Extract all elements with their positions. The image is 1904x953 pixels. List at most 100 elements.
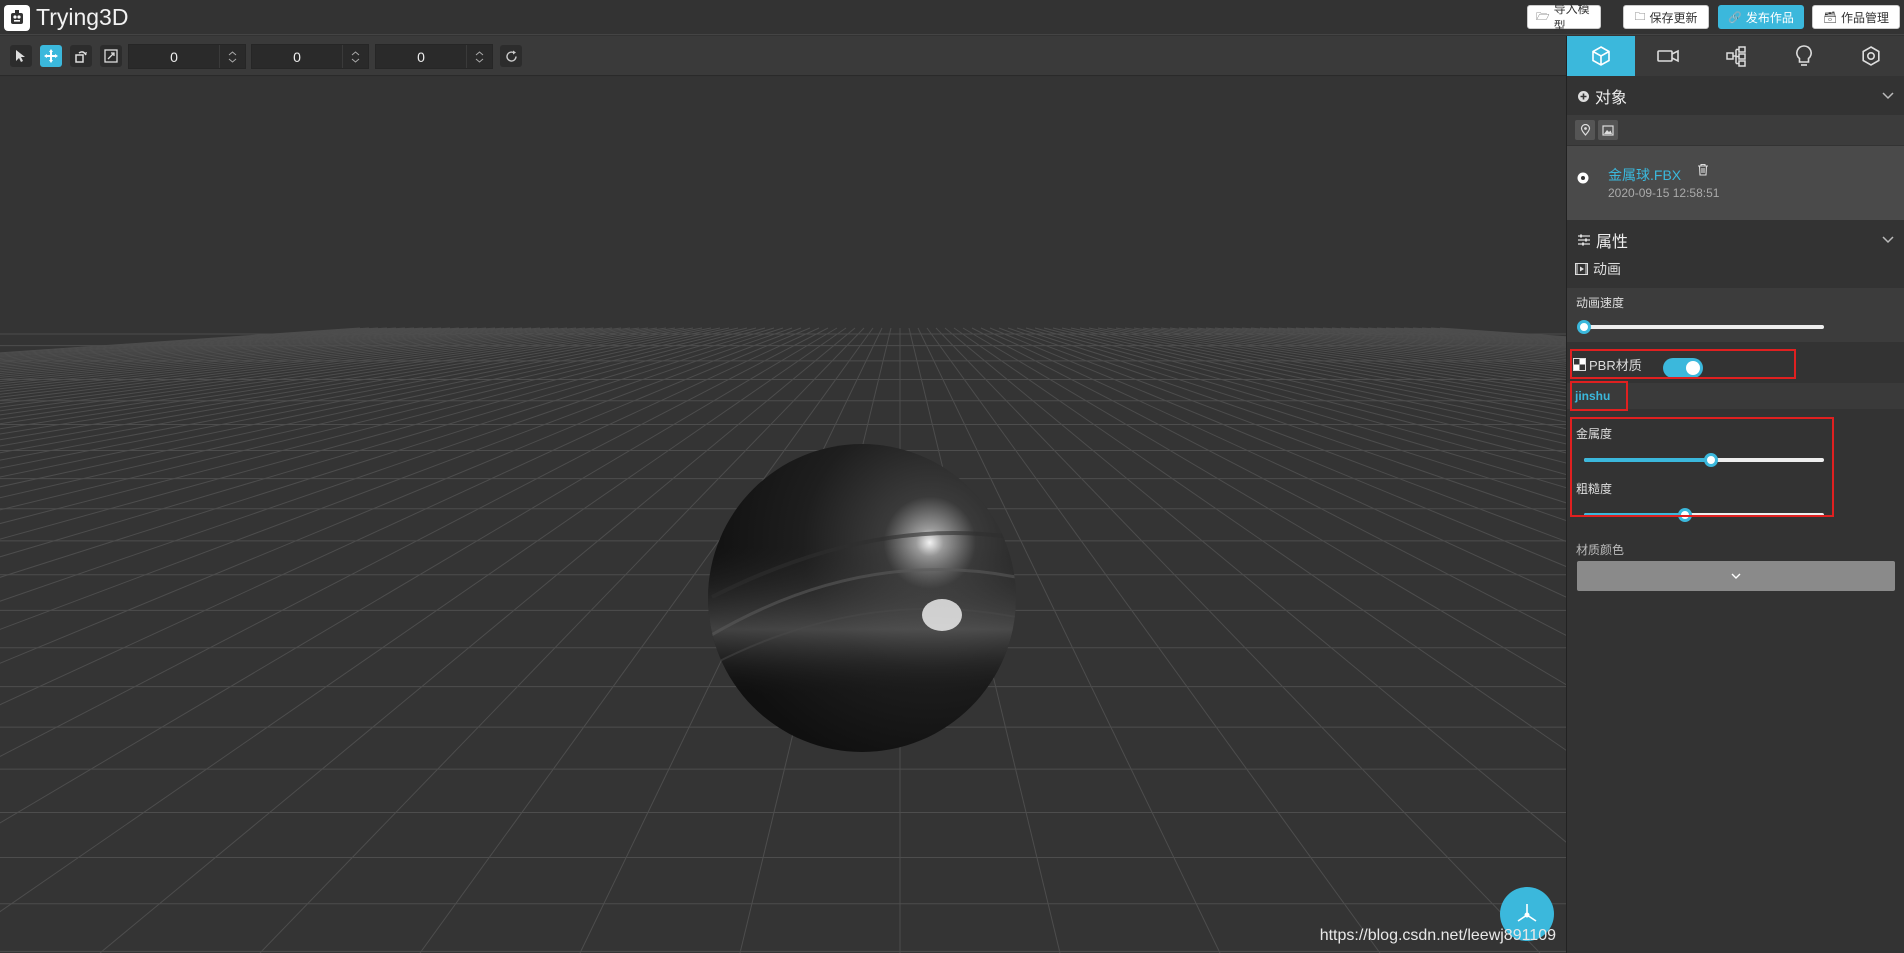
grid-line bbox=[1322, 327, 1566, 350]
grid-line bbox=[1169, 327, 1566, 384]
grid-line bbox=[1394, 327, 1566, 342]
highlight-box bbox=[1570, 417, 1834, 517]
save-update-button[interactable]: 🗀 保存更新 bbox=[1623, 5, 1709, 29]
grid-line bbox=[0, 327, 676, 441]
highlight-box bbox=[1570, 381, 1628, 411]
chevron-down-icon bbox=[1882, 236, 1894, 244]
grid-line bbox=[1286, 327, 1566, 356]
rotate-tool-button[interactable] bbox=[70, 45, 92, 67]
grid-line bbox=[1178, 327, 1566, 381]
metal-sphere bbox=[708, 444, 1016, 752]
grid-line bbox=[1421, 327, 1566, 339]
image-button[interactable] bbox=[1598, 120, 1618, 140]
select-tool-button[interactable] bbox=[10, 45, 32, 67]
grid-line bbox=[0, 327, 766, 540]
grid-line bbox=[0, 327, 685, 447]
grid-line bbox=[1016, 327, 1566, 504]
object-list-item[interactable]: 金属球.FBX 2020-09-15 12:58:51 bbox=[1567, 146, 1904, 220]
move-icon bbox=[44, 49, 58, 63]
grid-line bbox=[962, 327, 1566, 686]
grid-line bbox=[0, 327, 604, 405]
rotate-icon bbox=[75, 51, 87, 63]
animation-speed-group: 动画速度 bbox=[1567, 288, 1904, 342]
film-icon bbox=[1575, 263, 1588, 275]
objects-title: 对象 bbox=[1595, 90, 1628, 107]
folder-icon: 🗀 bbox=[1634, 10, 1646, 23]
grid-line bbox=[1061, 327, 1566, 445]
publish-button[interactable]: 🔗 发布作品 bbox=[1718, 5, 1804, 29]
grid-line bbox=[1430, 327, 1566, 338]
grid-line bbox=[0, 327, 811, 664]
grid-line bbox=[0, 327, 622, 412]
grid-line bbox=[0, 327, 379, 356]
tab-object[interactable] bbox=[1567, 36, 1635, 76]
object-timestamp: 2020-09-15 12:58:51 bbox=[1608, 186, 1720, 200]
grid-line bbox=[944, 327, 1566, 843]
camera-icon bbox=[1657, 49, 1680, 63]
grid-line bbox=[0, 327, 640, 420]
grid-line bbox=[1151, 327, 1566, 390]
grid-line bbox=[0, 327, 487, 373]
archive-icon: 🗃 bbox=[1823, 11, 1837, 24]
tab-lighting[interactable] bbox=[1770, 36, 1838, 76]
chevron-down-icon bbox=[351, 58, 360, 63]
position-z-input[interactable]: 0 bbox=[375, 44, 493, 69]
grid-line bbox=[1367, 327, 1566, 345]
objects-section-header[interactable]: 对象 bbox=[1567, 78, 1904, 114]
grid-line bbox=[0, 327, 694, 454]
settings-icon bbox=[1862, 46, 1880, 66]
grid-line bbox=[1097, 327, 1566, 417]
grid-line bbox=[0, 327, 802, 630]
axes-icon bbox=[1517, 904, 1537, 922]
grid-line bbox=[1205, 327, 1566, 373]
grid-line bbox=[0, 327, 829, 757]
object-name-link[interactable]: 金属球.FBX bbox=[1608, 165, 1681, 185]
move-tool-button[interactable] bbox=[40, 45, 62, 67]
radio-selected-icon[interactable] bbox=[1577, 172, 1589, 184]
location-button[interactable] bbox=[1575, 120, 1595, 140]
app-title: Trying3D bbox=[36, 4, 129, 30]
grid-line bbox=[1007, 327, 1566, 521]
transform-toolbar: 0 0 0 bbox=[0, 36, 1566, 76]
properties-section-header[interactable]: 属性 bbox=[1567, 222, 1904, 258]
y-stepper[interactable] bbox=[342, 45, 368, 68]
cube-icon bbox=[1591, 46, 1610, 66]
grid-line bbox=[1160, 327, 1566, 387]
z-stepper[interactable] bbox=[466, 45, 492, 68]
tab-camera[interactable] bbox=[1635, 36, 1703, 76]
material-color-picker[interactable] bbox=[1577, 561, 1895, 591]
properties-panel: 对象 金属球.FBX 2020-09-15 12:58:51 属性 动画 动画速… bbox=[1566, 36, 1904, 953]
grid-line bbox=[0, 327, 820, 706]
map-pin-icon bbox=[1580, 124, 1590, 136]
scale-tool-button[interactable] bbox=[100, 45, 122, 67]
grid-line bbox=[971, 327, 1566, 636]
tab-settings[interactable] bbox=[1837, 36, 1904, 76]
animation-speed-slider[interactable] bbox=[1577, 320, 1824, 334]
chevron-down-icon bbox=[228, 58, 237, 63]
image-icon bbox=[1602, 124, 1614, 136]
grid-line bbox=[1052, 327, 1566, 454]
position-y-input[interactable]: 0 bbox=[251, 44, 369, 69]
grid-line bbox=[1268, 327, 1566, 359]
grid-line bbox=[0, 327, 568, 392]
animation-speed-thumb[interactable] bbox=[1577, 320, 1591, 334]
3d-viewport[interactable]: https://blog.csdn.net/leewj891109 bbox=[0, 77, 1566, 953]
scale-icon bbox=[104, 49, 118, 63]
grid-line bbox=[1223, 327, 1566, 368]
grid-line bbox=[1277, 327, 1566, 357]
position-x-input[interactable]: 0 bbox=[128, 44, 246, 69]
grid-line bbox=[0, 327, 478, 371]
reset-transform-button[interactable] bbox=[500, 45, 522, 67]
grid-line bbox=[0, 327, 397, 358]
grid-line bbox=[1385, 327, 1566, 343]
chevron-up-icon bbox=[351, 50, 360, 55]
works-manage-button[interactable]: 🗃 作品管理 bbox=[1812, 5, 1900, 29]
trash-icon[interactable] bbox=[1697, 163, 1709, 176]
highlight-box bbox=[1570, 349, 1796, 379]
x-stepper[interactable] bbox=[219, 45, 245, 68]
grid-line bbox=[0, 327, 775, 558]
app-header: Trying3D 🗁 导入模型 🗀 保存更新 🔗 发布作品 🗃 作品管理 bbox=[0, 0, 1904, 35]
grid-line bbox=[1034, 327, 1566, 476]
import-model-button[interactable]: 🗁 导入模型 bbox=[1527, 2, 1601, 33]
tab-hierarchy[interactable] bbox=[1702, 36, 1770, 76]
